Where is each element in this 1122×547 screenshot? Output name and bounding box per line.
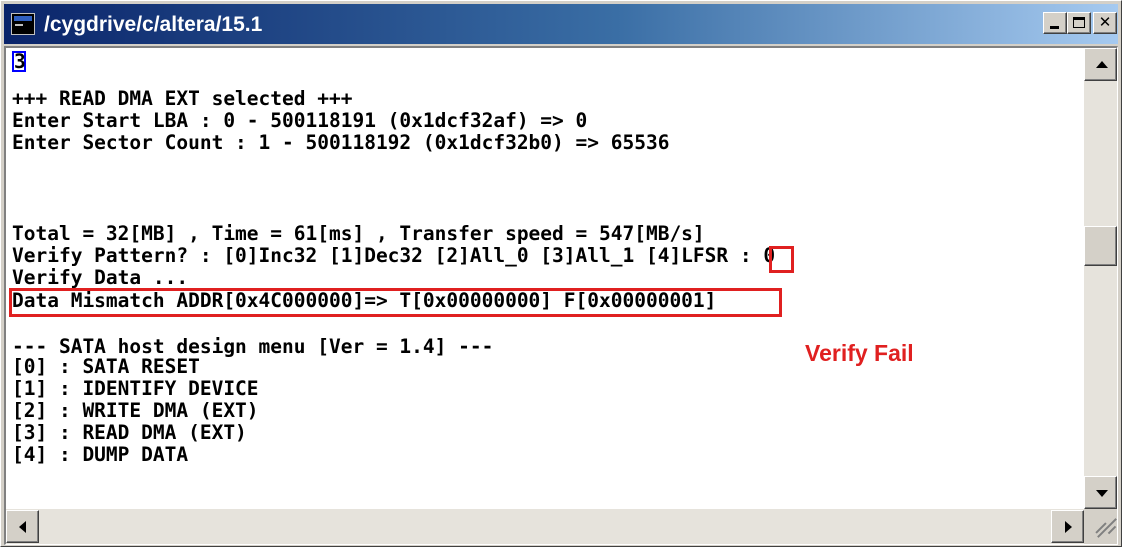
window-title: /cygdrive/c/altera/15.1	[44, 13, 263, 36]
vertical-scroll-thumb[interactable]	[1084, 226, 1117, 266]
close-icon: ✕	[1098, 13, 1112, 31]
terminal-line: [0] : SATA RESET	[12, 355, 200, 378]
terminal-line: [2] : WRITE DMA (EXT)	[12, 399, 259, 422]
horizontal-scrollbar[interactable]	[6, 509, 1084, 544]
vertical-scrollbar[interactable]	[1084, 48, 1117, 509]
mismatch-line-highlight	[9, 288, 782, 317]
scroll-up-button[interactable]	[1084, 48, 1117, 81]
terminal-output[interactable]: 3 +++ READ DMA EXT selected +++ Enter St…	[6, 48, 1084, 509]
terminal-line: Total = 32[MB] , Time = 61[ms] , Transfe…	[12, 222, 705, 245]
terminal-window-icon[interactable]	[11, 13, 35, 35]
verify-fail-label: Verify Fail	[805, 340, 914, 366]
terminal-line: Verify Pattern? : [0]Inc32 [1]Dec32 [2]A…	[12, 244, 776, 267]
maximize-button[interactable]	[1067, 12, 1091, 34]
scroll-right-button[interactable]	[1051, 510, 1084, 543]
arrow-down-icon	[1096, 490, 1108, 497]
terminal-line: Verify Data ...	[12, 266, 189, 289]
cursor-char: 3	[14, 50, 26, 73]
terminal-line: [3] : READ DMA (EXT)	[12, 421, 247, 444]
terminal-window: /cygdrive/c/altera/15.1 ✕ 3 +++ READ DMA…	[0, 0, 1122, 547]
pattern-selection-highlight	[769, 246, 794, 273]
terminal-line: [1] : IDENTIFY DEVICE	[12, 377, 259, 400]
title-bar[interactable]: /cygdrive/c/altera/15.1 ✕	[4, 4, 1118, 44]
cursor-input-box: 3	[12, 50, 26, 73]
terminal-line: Enter Start LBA : 0 - 500118191 (0x1dcf3…	[12, 109, 588, 132]
arrow-up-icon	[1096, 61, 1108, 68]
minimize-icon	[1050, 26, 1059, 29]
resize-grip[interactable]	[1084, 509, 1117, 544]
terminal-client-area: 3 +++ READ DMA EXT selected +++ Enter St…	[4, 46, 1118, 545]
arrow-left-icon	[19, 521, 26, 533]
scroll-down-button[interactable]	[1084, 476, 1117, 509]
scroll-left-button[interactable]	[6, 510, 39, 543]
arrow-right-icon	[1065, 521, 1072, 533]
terminal-line: [4] : DUMP DATA	[12, 443, 189, 466]
minimize-button[interactable]	[1043, 12, 1067, 34]
terminal-line: Enter Sector Count : 1 - 500118192 (0x1d…	[12, 131, 670, 154]
terminal-line: +++ READ DMA EXT selected +++	[12, 87, 353, 110]
close-button[interactable]: ✕	[1093, 12, 1117, 34]
maximize-icon	[1073, 17, 1085, 28]
